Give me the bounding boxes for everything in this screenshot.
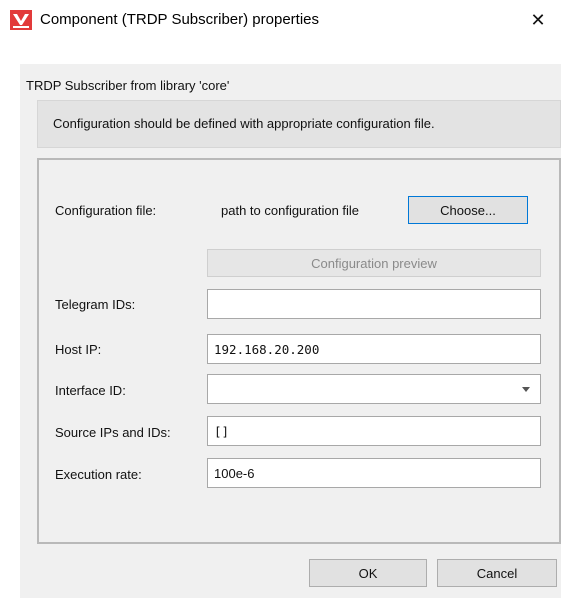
telegram-ids-label: Telegram IDs: [55, 297, 136, 312]
info-banner: Configuration should be defined with app… [37, 100, 561, 148]
interface-id-label: Interface ID: [55, 383, 126, 398]
component-subtitle: TRDP Subscriber from library 'core' [26, 78, 230, 93]
title-bar: Component (TRDP Subscriber) properties ✕ [0, 0, 561, 40]
telegram-ids-input[interactable] [207, 289, 541, 319]
info-text: Configuration should be defined with app… [53, 116, 435, 131]
source-ips-label: Source IPs and IDs: [55, 425, 171, 440]
chevron-down-icon [522, 387, 530, 392]
ok-button[interactable]: OK [309, 559, 427, 587]
host-ip-input[interactable]: 192.168.20.200 [207, 334, 541, 364]
cancel-button[interactable]: Cancel [437, 559, 557, 587]
window-title: Component (TRDP Subscriber) properties [40, 11, 320, 28]
configuration-preview-button[interactable]: Configuration preview [207, 249, 541, 277]
close-icon: ✕ [530, 9, 546, 30]
app-logo-icon [10, 10, 32, 30]
close-button[interactable]: ✕ [515, 0, 561, 40]
execution-rate-input[interactable]: 100e-6 [207, 458, 541, 488]
config-file-path: path to configuration file [221, 203, 360, 218]
execution-rate-label: Execution rate: [55, 467, 142, 482]
choose-button[interactable]: Choose... [408, 196, 528, 224]
host-ip-label: Host IP: [55, 342, 102, 357]
config-file-label: Configuration file: [55, 203, 157, 218]
source-ips-input[interactable]: [] [207, 416, 541, 446]
interface-id-dropdown[interactable] [207, 374, 541, 404]
